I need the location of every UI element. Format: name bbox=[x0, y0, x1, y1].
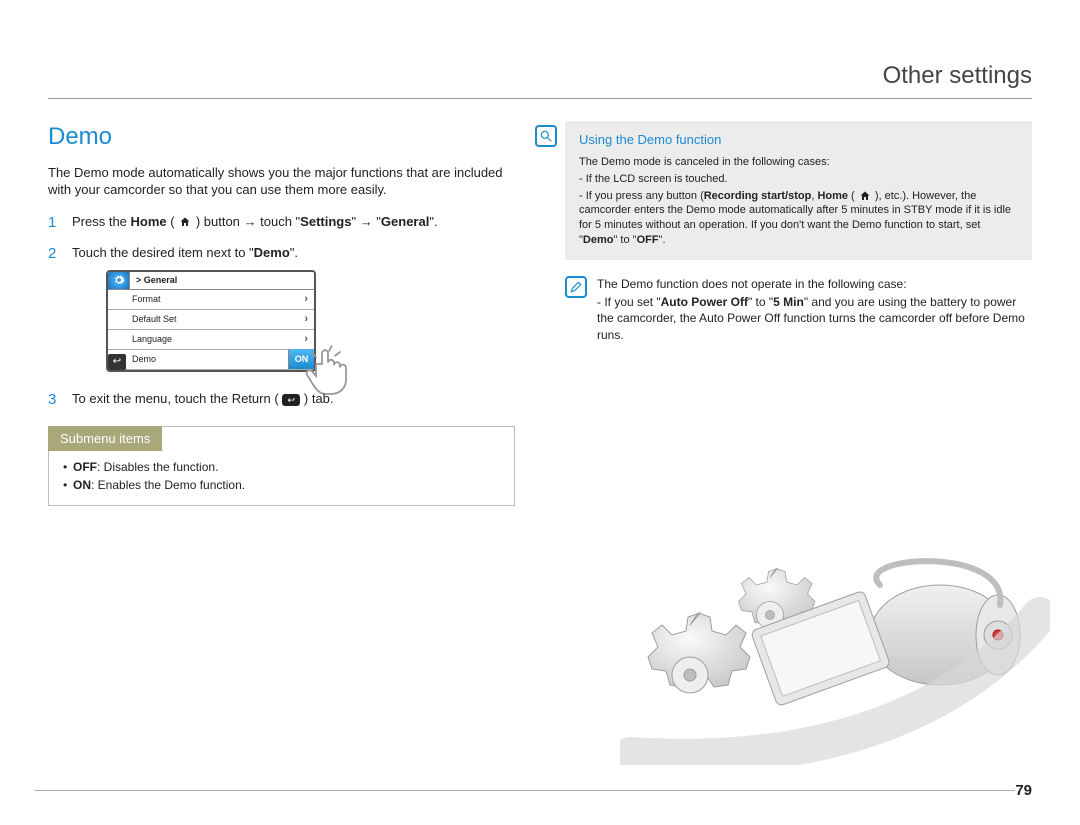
step2-text-b: ". bbox=[290, 245, 298, 260]
step-1: Press the Home ( ) button → touch "Setti… bbox=[48, 213, 515, 231]
step1-text-e: ". bbox=[429, 214, 437, 229]
home-icon bbox=[178, 215, 192, 229]
home-icon bbox=[858, 189, 872, 203]
step1-text-b: ( bbox=[167, 214, 179, 229]
right-column: Using the Demo function The Demo mode is… bbox=[555, 121, 1032, 506]
n2-5min: 5 Min bbox=[773, 295, 804, 309]
tip3f: ". bbox=[659, 234, 666, 246]
submenu-off-desc: : Disables the function. bbox=[97, 460, 218, 474]
tip-line3: - If you press any button (Recording sta… bbox=[579, 189, 1020, 248]
lcd-label-language: Language bbox=[132, 333, 172, 345]
lcd-row-default-set: Default Set › bbox=[108, 310, 314, 330]
tip-line2: - If the LCD screen is touched. bbox=[579, 172, 1020, 187]
note-line2: - If you set "Auto Power Off" to "5 Min"… bbox=[597, 294, 1032, 343]
tip-line1: The Demo mode is canceled in the followi… bbox=[579, 155, 1020, 170]
step2-text-a: Touch the desired item next to " bbox=[72, 245, 254, 260]
lcd-label-demo: Demo bbox=[132, 353, 156, 365]
tip3e: " to " bbox=[613, 234, 636, 246]
lcd-screenshot: > General Format › Default Set › bbox=[106, 270, 316, 372]
n2b: " to " bbox=[748, 295, 773, 309]
lcd-row-format: Format › bbox=[108, 290, 314, 310]
tip3-rec: Recording start/stop bbox=[704, 190, 812, 202]
n2a: - If you set " bbox=[597, 295, 661, 309]
step1-settings: Settings bbox=[300, 214, 351, 229]
submenu-on-label: ON bbox=[73, 478, 91, 492]
tip3c: ( bbox=[848, 190, 858, 202]
lcd-breadcrumb: > General bbox=[130, 274, 177, 286]
tip-box: Using the Demo function The Demo mode is… bbox=[565, 121, 1032, 260]
magnify-icon bbox=[535, 125, 557, 147]
step1-text-a: Press the bbox=[72, 214, 131, 229]
page-number: 79 bbox=[1015, 781, 1032, 801]
tip-title: Using the Demo function bbox=[579, 131, 1020, 149]
step1-general: General bbox=[381, 214, 429, 229]
note-icon bbox=[565, 276, 587, 298]
submenu-off-label: OFF bbox=[73, 460, 97, 474]
gear-icon bbox=[108, 271, 130, 289]
step3-text-a: To exit the menu, touch the Return ( bbox=[72, 391, 282, 406]
submenu-box: Submenu items OFF: Disables the function… bbox=[48, 426, 515, 507]
left-column: Demo The Demo mode automatically shows y… bbox=[48, 121, 515, 506]
chevron-right-icon: › bbox=[304, 312, 308, 327]
step-3: To exit the menu, touch the Return ( ↩ )… bbox=[48, 390, 515, 408]
return-tab-icon: ↩ bbox=[282, 394, 300, 406]
tip3-off: OFF bbox=[637, 234, 659, 246]
section-title: Demo bbox=[48, 121, 515, 153]
camcorder-illustration bbox=[620, 505, 1050, 765]
step1-home: Home bbox=[131, 214, 167, 229]
step1-text-c: ) button → touch " bbox=[192, 214, 300, 229]
steps-list: Press the Home ( ) button → touch "Setti… bbox=[48, 213, 515, 408]
lcd-row-demo: Demo ON bbox=[108, 350, 314, 370]
note-line1: The Demo function does not operate in th… bbox=[597, 276, 1032, 292]
page-header: Other settings bbox=[48, 60, 1032, 99]
step1-text-d: " → " bbox=[351, 214, 380, 229]
step-2: Touch the desired item next to "Demo". >… bbox=[48, 244, 515, 372]
tip3-demo: Demo bbox=[583, 234, 614, 246]
lcd-row-language: Language › bbox=[108, 330, 314, 350]
intro-text: The Demo mode automatically shows you th… bbox=[48, 164, 515, 199]
step2-demo: Demo bbox=[254, 245, 290, 260]
submenu-heading: Submenu items bbox=[48, 426, 162, 452]
n2-apo: Auto Power Off bbox=[661, 295, 748, 309]
submenu-off: OFF: Disables the function. bbox=[63, 459, 500, 475]
lcd-label-format: Format bbox=[132, 293, 161, 305]
step3-text-b: ) tab. bbox=[300, 391, 333, 406]
submenu-on: ON: Enables the Demo function. bbox=[63, 477, 500, 493]
note-row: The Demo function does not operate in th… bbox=[565, 276, 1032, 345]
tip3a: - If you press any button ( bbox=[579, 190, 704, 202]
return-icon: ↩ bbox=[108, 354, 126, 370]
submenu-on-desc: : Enables the Demo function. bbox=[91, 478, 245, 492]
tip3-home: Home bbox=[817, 190, 848, 202]
lcd-label-default-set: Default Set bbox=[132, 313, 177, 325]
chevron-right-icon: › bbox=[304, 292, 308, 307]
